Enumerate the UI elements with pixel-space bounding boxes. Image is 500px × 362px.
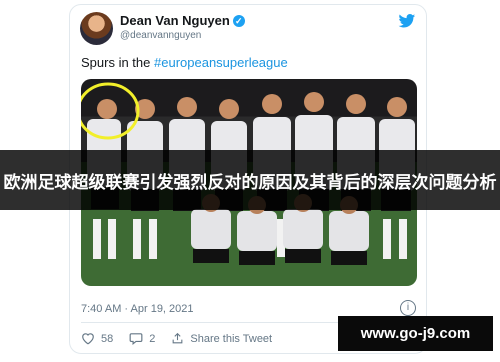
headline-text: 欧洲足球超级联赛引发强烈反对的原因及其背后的深层次问题分析 bbox=[3, 172, 497, 192]
like-count: 58 bbox=[101, 332, 114, 345]
share-icon bbox=[173, 332, 183, 344]
share-label: Share this Tweet bbox=[190, 332, 273, 345]
headline-banner: 欧洲足球超级联赛引发强烈反对的原因及其背后的深层次问题分析 bbox=[0, 150, 500, 210]
tweet-text-prefix: Spurs in the bbox=[81, 55, 154, 70]
user-handle[interactable]: @deanvannguyen bbox=[120, 30, 201, 41]
tweet-text: Spurs in the #europeansuperleague bbox=[81, 55, 288, 70]
reply-count: 2 bbox=[149, 332, 156, 345]
reply-icon bbox=[129, 333, 143, 345]
display-name-text[interactable]: Dean Van Nguyen bbox=[120, 13, 230, 28]
share-button[interactable]: Share this Tweet bbox=[171, 332, 272, 345]
like-button[interactable]: 58 bbox=[81, 332, 113, 345]
twitter-bird-icon[interactable] bbox=[398, 14, 416, 28]
reply-button[interactable]: 2 bbox=[129, 332, 155, 345]
verified-badge-icon: ✓ bbox=[232, 15, 245, 27]
tweet-timestamp[interactable]: 7:40 AM · Apr 19, 2021 bbox=[81, 303, 194, 315]
heart-icon bbox=[82, 333, 94, 345]
display-name[interactable]: Dean Van Nguyen ✓ bbox=[120, 13, 245, 28]
hashtag-link[interactable]: #europeansuperleague bbox=[154, 55, 288, 70]
tweet-actions: 58 2 Share this Tweet bbox=[81, 332, 288, 345]
site-watermark: www.go-j9.com bbox=[338, 316, 493, 351]
info-icon[interactable]: i bbox=[400, 300, 416, 316]
avatar[interactable] bbox=[80, 12, 113, 45]
